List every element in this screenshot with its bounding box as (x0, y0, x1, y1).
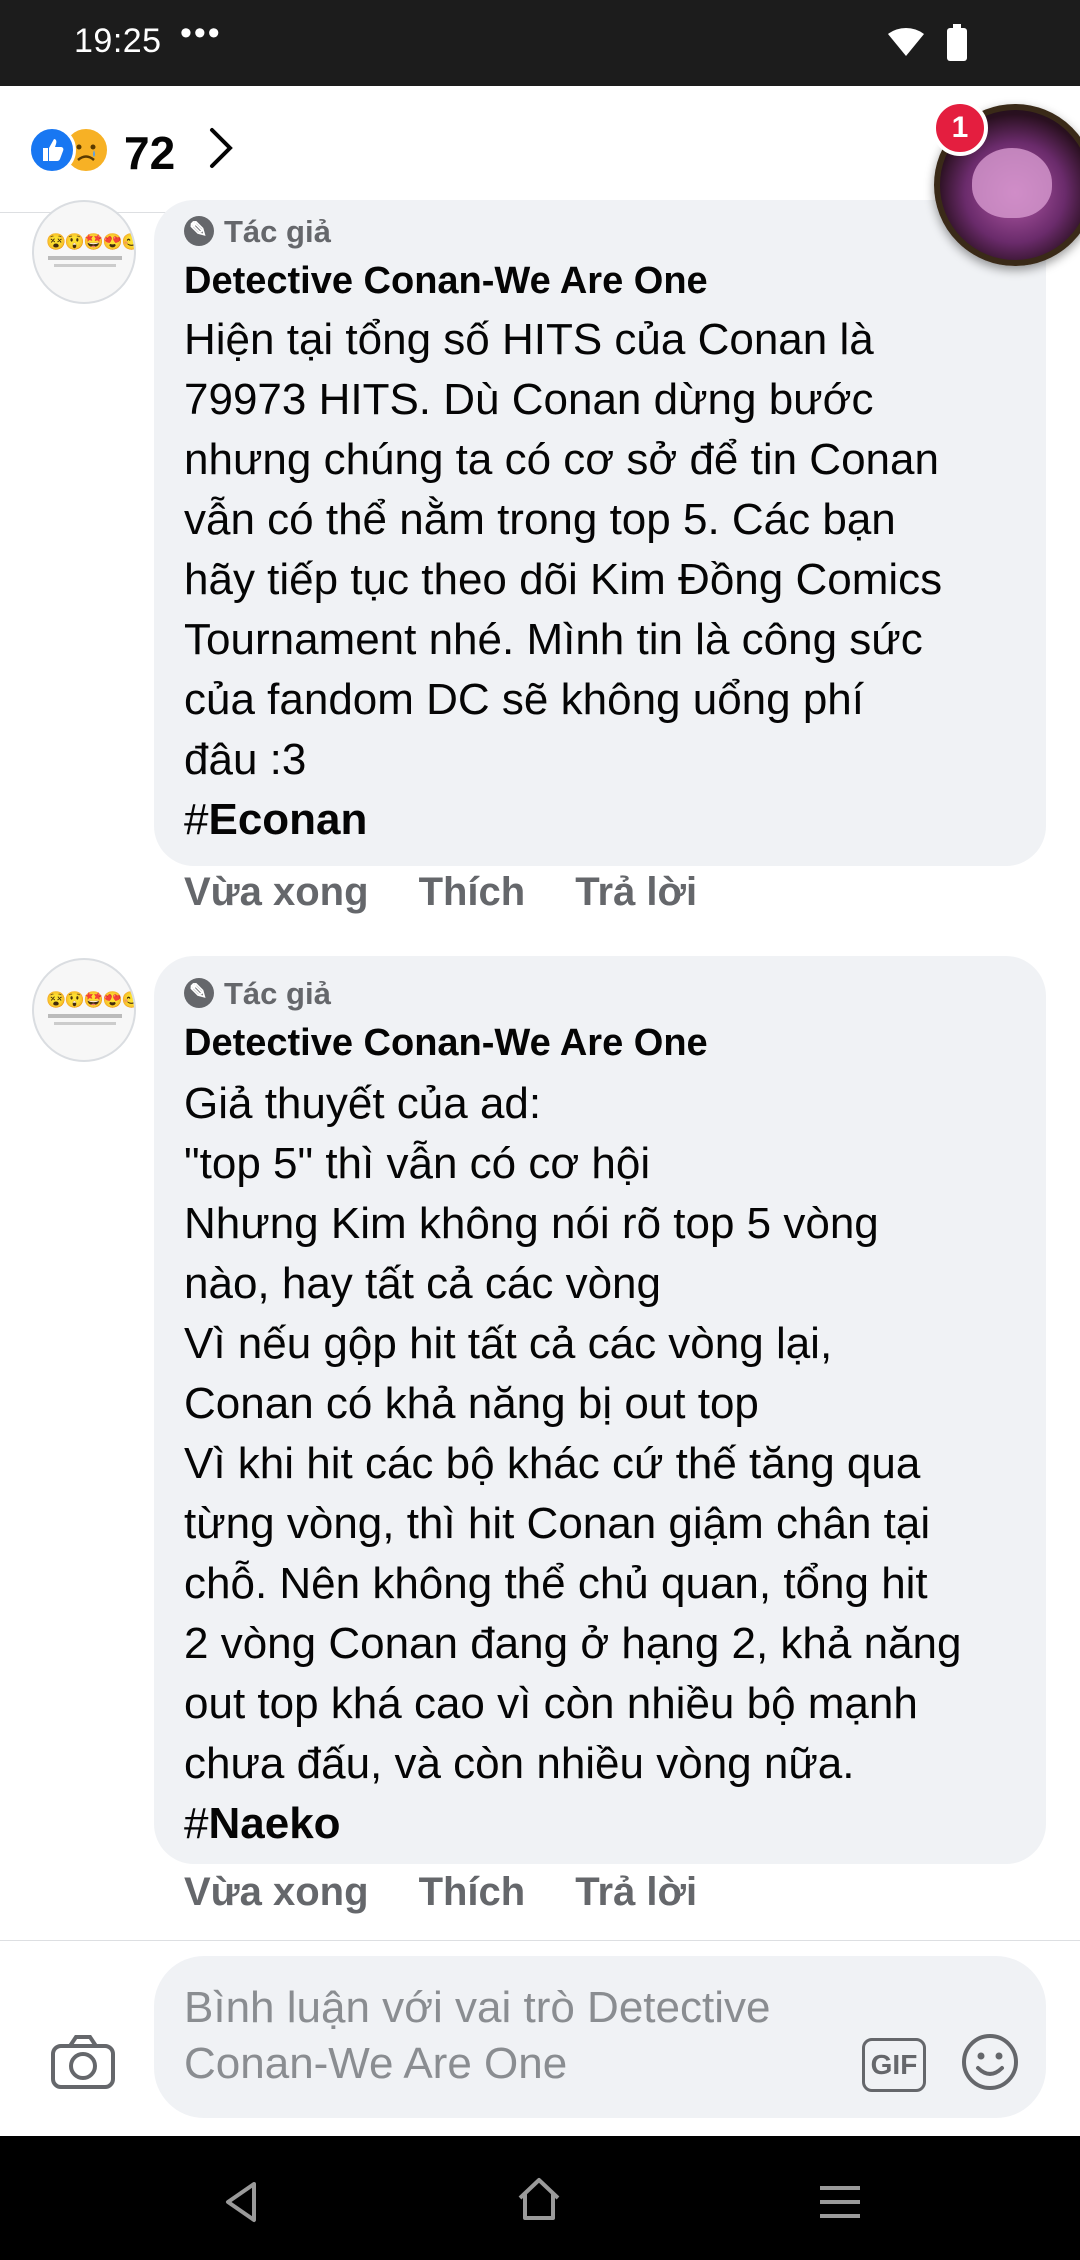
author-badge: Tác giả (184, 976, 331, 1012)
comment-author[interactable]: Detective Conan-We Are One (184, 260, 708, 303)
like-button[interactable]: Thích (419, 870, 526, 914)
hashtag[interactable]: Naeko (208, 1799, 340, 1848)
comment-text: Hiện tại tổng số HITS của Conan là 79973… (184, 315, 943, 844)
comment-time: Vừa xong (184, 870, 369, 914)
notification-badge: 1 (932, 100, 988, 156)
comment-input-placeholder[interactable]: Bình luận với vai trò Detective Conan-We… (184, 1980, 864, 2092)
comment-actions: Vừa xong Thích Trả lời (184, 870, 747, 915)
author-badge: Tác giả (184, 214, 331, 250)
wifi-icon (888, 28, 924, 56)
system-nav-bar (0, 2136, 1080, 2260)
like-button[interactable]: Thích (419, 1870, 526, 1914)
reply-button[interactable]: Trả lời (575, 870, 697, 914)
avatar-caption-line (54, 264, 116, 267)
gif-icon[interactable]: GIF (862, 2038, 926, 2092)
avatar[interactable]: 😵😲🤩😍😊😡 (32, 200, 136, 304)
reactions-header[interactable]: 72 (0, 86, 1080, 213)
like-reaction-icon (28, 126, 76, 174)
pencil-icon (184, 216, 214, 246)
divider (0, 1940, 1080, 1941)
home-icon[interactable] (516, 2176, 562, 2222)
comment-bubble[interactable]: Tác giả Detective Conan-We Are One Hiện … (154, 200, 1046, 866)
hashtag[interactable]: Econan (208, 795, 367, 844)
comment-input[interactable]: Bình luận với vai trò Detective Conan-We… (154, 1956, 1046, 2118)
back-icon[interactable] (224, 2180, 260, 2224)
reply-button[interactable]: Trả lời (575, 1870, 697, 1914)
chat-head-avatar (972, 148, 1052, 218)
comment-time: Vừa xong (184, 1870, 369, 1914)
avatar-emoji-row: 😵😲🤩😍😊😡 (46, 992, 134, 1009)
camera-icon[interactable] (50, 2034, 116, 2090)
battery-icon (947, 24, 967, 61)
avatar-caption-line (48, 256, 122, 260)
chevron-right-icon[interactable] (206, 126, 236, 170)
comment-actions: Vừa xong Thích Trả lời (184, 1870, 747, 1915)
status-bar: 19:25 ••• (0, 0, 1080, 86)
comment-bubble[interactable]: Tác giả Detective Conan-We Are One Giả t… (154, 956, 1046, 1864)
status-time: 19:25 (74, 22, 162, 60)
comment-author[interactable]: Detective Conan-We Are One (184, 1022, 708, 1065)
menu-icon[interactable] (818, 2184, 862, 2220)
reaction-count: 72 (124, 127, 176, 179)
pencil-icon (184, 978, 214, 1008)
avatar-caption-line (48, 1014, 122, 1018)
emoji-icon[interactable] (960, 2032, 1020, 2092)
status-notification-dots: ••• (180, 14, 222, 52)
avatar-emoji-row: 😵😲🤩😍😊😡 (46, 234, 134, 251)
avatar-caption-line (54, 1022, 116, 1025)
comment-text: Giả thuyết của ad: "top 5" thì vẫn có cơ… (184, 1079, 962, 1848)
avatar[interactable]: 😵😲🤩😍😊😡 (32, 958, 136, 1062)
